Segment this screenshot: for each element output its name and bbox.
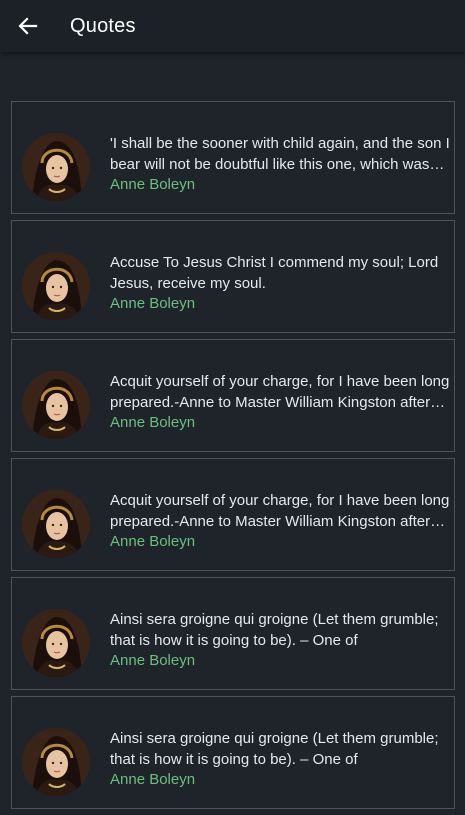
- quote-text: Ainsi sera groigne qui groigne (Let them…: [110, 611, 439, 649]
- quote-text: Accuse To Jesus Christ I commend my soul…: [110, 254, 439, 292]
- quote-author: Anne Boleyn: [110, 295, 196, 312]
- author-avatar: [22, 728, 90, 796]
- quote-card[interactable]: Acquit yourself of your charge, for I ha…: [11, 339, 455, 452]
- app-bar: Quotes: [0, 0, 465, 52]
- quote-card[interactable]: Ainsi sera groigne qui groigne (Let them…: [11, 577, 455, 690]
- quote-card[interactable]: Ainsi sera groigne qui groigne (Let them…: [11, 696, 455, 809]
- author-avatar: [22, 490, 90, 558]
- quote-author: Anne Boleyn: [110, 414, 196, 431]
- quote-card[interactable]: Accuse To Jesus Christ I commend my soul…: [11, 220, 455, 333]
- quote-author: Anne Boleyn: [110, 652, 196, 669]
- author-avatar: [22, 609, 90, 677]
- quote-text: 'I shall be the sooner with child again,…: [110, 135, 450, 173]
- quote-author: Anne Boleyn: [110, 771, 196, 788]
- quote-list: 'I shall be the sooner with child again,…: [11, 101, 455, 815]
- author-avatar: [22, 371, 90, 439]
- quote-card[interactable]: Acquit yourself of your charge, for I ha…: [11, 458, 455, 571]
- author-avatar: [22, 252, 90, 320]
- author-avatar: [22, 133, 90, 201]
- quote-text: Acquit yourself of your charge, for I ha…: [110, 373, 450, 411]
- quote-author: Anne Boleyn: [110, 533, 196, 550]
- quote-author: Anne Boleyn: [110, 176, 196, 193]
- back-button[interactable]: [10, 8, 46, 44]
- quote-text: Acquit yourself of your charge, for I ha…: [110, 492, 450, 530]
- page-title: Quotes: [70, 15, 136, 37]
- quote-card[interactable]: 'I shall be the sooner with child again,…: [11, 101, 455, 214]
- arrow-left-icon: [18, 17, 38, 35]
- quote-text: Ainsi sera groigne qui groigne (Let them…: [110, 730, 439, 768]
